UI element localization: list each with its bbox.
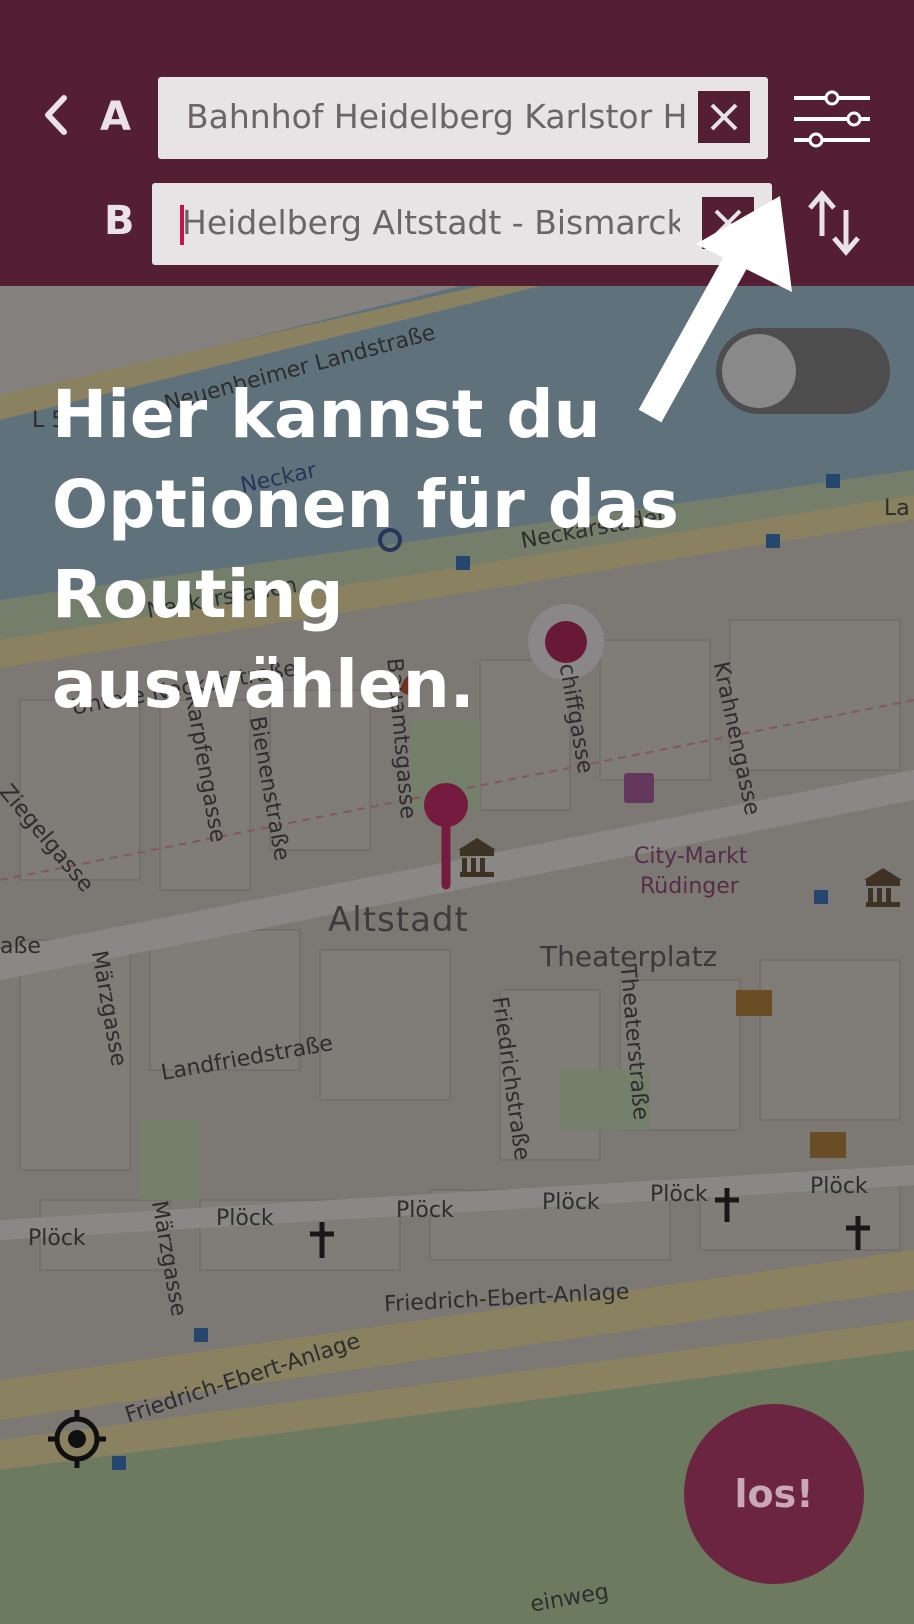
destination-letter: B bbox=[104, 198, 135, 244]
start-input-value: Bahnhof Heidelberg Karlstor He bbox=[186, 97, 686, 136]
start-input[interactable]: Bahnhof Heidelberg Karlstor He bbox=[158, 77, 768, 159]
crosshair-icon bbox=[48, 1410, 106, 1468]
street-label: Plöck bbox=[396, 1198, 454, 1223]
locate-me-button[interactable] bbox=[46, 1408, 108, 1470]
district-label: Altstadt bbox=[328, 900, 469, 940]
back-button[interactable] bbox=[36, 90, 76, 140]
sliders-icon bbox=[794, 90, 870, 148]
swap-route-button[interactable] bbox=[806, 190, 862, 256]
clear-start-button[interactable] bbox=[698, 91, 750, 143]
chevron-left-icon bbox=[45, 95, 67, 135]
close-icon bbox=[710, 103, 738, 131]
street-label: Plöck bbox=[650, 1182, 708, 1207]
street-label: aße bbox=[0, 934, 41, 959]
street-label: Plöck bbox=[810, 1174, 868, 1199]
swap-vertical-icon bbox=[808, 190, 860, 256]
street-label: Plöck bbox=[216, 1206, 274, 1231]
poi-label: Rüdinger bbox=[640, 874, 739, 899]
start-routing-button[interactable]: los! bbox=[684, 1404, 864, 1584]
street-label: La bbox=[884, 496, 910, 521]
start-letter: A bbox=[100, 94, 131, 140]
arrow-up-right-icon bbox=[638, 196, 792, 423]
destination-input-value: Heidelberg Altstadt - Bismarckpla bbox=[182, 203, 680, 242]
street-label: Plöck bbox=[28, 1226, 86, 1251]
poi-label: City-Markt bbox=[634, 844, 748, 869]
routing-options-button[interactable] bbox=[792, 86, 872, 152]
street-label: Plöck bbox=[542, 1190, 600, 1215]
